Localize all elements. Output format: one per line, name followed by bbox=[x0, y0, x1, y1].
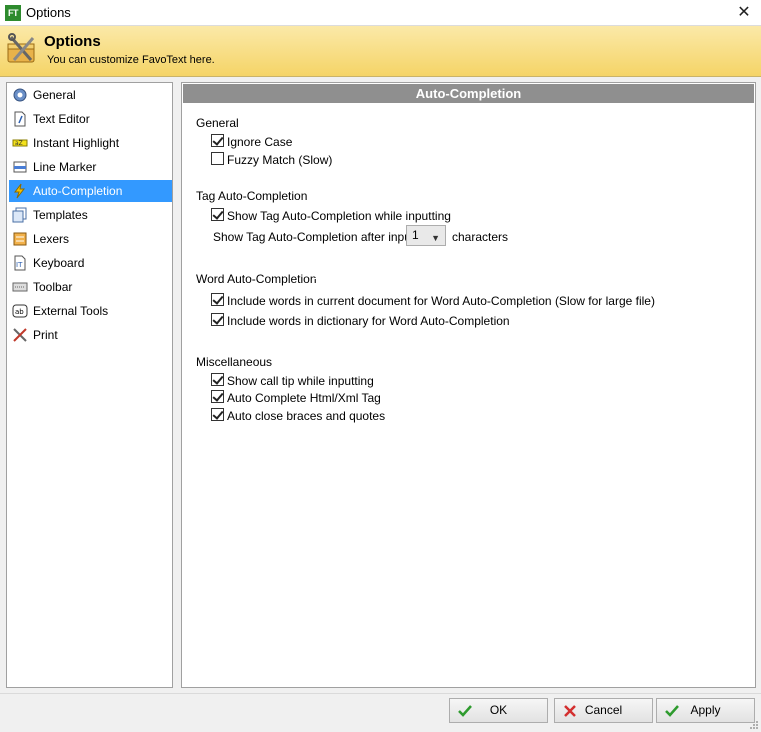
checkbox-box[interactable] bbox=[211, 408, 224, 422]
toolbar-icon bbox=[12, 282, 28, 292]
nav-item-external-tools[interactable]: ab External Tools bbox=[9, 300, 172, 322]
cancel-button-label: Cancel bbox=[584, 703, 623, 717]
marker-icon bbox=[13, 161, 27, 173]
checkbox-label: Show Tag Auto-Completion while inputting bbox=[227, 208, 451, 223]
window-title: Options bbox=[26, 5, 71, 20]
checkbox-box[interactable] bbox=[211, 293, 224, 307]
tag-after-input-label: Show Tag Auto-Completion after input bbox=[213, 230, 415, 244]
checkbox-label: Show call tip while inputting bbox=[227, 373, 374, 388]
svg-text:IT: IT bbox=[16, 261, 23, 269]
close-icon bbox=[564, 705, 576, 717]
checkbox-box[interactable] bbox=[211, 208, 224, 222]
checkmark-icon bbox=[665, 705, 679, 717]
group-tag-label: Tag Auto-Completion bbox=[196, 189, 308, 203]
ignore-case-checkbox[interactable]: Ignore Case bbox=[211, 134, 292, 149]
include-dictionary-checkbox[interactable]: Include words in dictionary for Word Aut… bbox=[211, 313, 510, 328]
nav-item-label: Line Marker bbox=[33, 160, 97, 174]
nav-item-templates[interactable]: Templates bbox=[9, 204, 172, 226]
nav-item-label: Instant Highlight bbox=[33, 136, 120, 150]
highlight-icon: aZ bbox=[12, 139, 28, 147]
lexers-icon bbox=[13, 232, 27, 246]
nav-item-auto-completion[interactable]: Auto-Completion bbox=[9, 180, 172, 202]
cancel-button[interactable]: Cancel bbox=[554, 698, 653, 723]
lightning-icon bbox=[14, 183, 26, 199]
nav-item-label: Keyboard bbox=[33, 256, 85, 270]
keyboard-icon: IT bbox=[14, 255, 26, 271]
ok-button[interactable]: OK bbox=[449, 698, 548, 723]
checkbox-label: Auto close braces and quotes bbox=[227, 408, 386, 423]
group-general-label: General bbox=[196, 116, 239, 130]
close-button[interactable]: ✕ bbox=[727, 0, 761, 26]
group-divider bbox=[313, 278, 741, 279]
apply-button-label: Apply bbox=[690, 703, 721, 717]
print-icon bbox=[13, 328, 27, 342]
nav-item-instant-highlight[interactable]: aZ Instant Highlight bbox=[9, 132, 172, 154]
nav-item-line-marker[interactable]: Line Marker bbox=[9, 156, 172, 178]
show-tag-completion-checkbox[interactable]: Show Tag Auto-Completion while inputting bbox=[211, 208, 451, 223]
options-header: Options You can customize FavoText here. bbox=[0, 26, 761, 77]
checkbox-box[interactable] bbox=[211, 390, 224, 404]
checkbox-label: Ignore Case bbox=[227, 134, 293, 149]
checkbox-box[interactable] bbox=[211, 373, 224, 387]
tools-icon bbox=[7, 33, 35, 63]
nav-item-general[interactable]: General bbox=[9, 84, 172, 106]
nav-item-label: General bbox=[33, 88, 76, 102]
nav-item-label: External Tools bbox=[33, 304, 109, 318]
ok-button-label: OK bbox=[489, 703, 508, 717]
footer-divider bbox=[0, 693, 761, 694]
nav-item-label: Toolbar bbox=[33, 280, 73, 294]
resize-grip-icon[interactable] bbox=[749, 720, 759, 730]
checkbox-box[interactable] bbox=[211, 134, 224, 148]
characters-unit-label: characters bbox=[452, 230, 509, 244]
svg-text:aZ: aZ bbox=[15, 140, 23, 147]
options-category-list[interactable]: General Text Editor aZ Instant Highlight… bbox=[6, 82, 173, 688]
group-divider bbox=[239, 124, 741, 125]
nav-item-label: Auto-Completion bbox=[33, 184, 123, 198]
nav-item-text-editor[interactable]: Text Editor bbox=[9, 108, 172, 130]
group-divider bbox=[274, 362, 741, 363]
checkbox-box[interactable] bbox=[211, 152, 224, 166]
document-icon bbox=[14, 111, 26, 127]
svg-text:ab: ab bbox=[15, 308, 24, 316]
nav-item-print[interactable]: Print bbox=[9, 324, 172, 346]
chevron-down-icon: ▼ bbox=[431, 233, 440, 243]
checkbox-label: Include words in dictionary for Word Aut… bbox=[227, 313, 510, 328]
group-divider bbox=[309, 195, 741, 196]
nav-item-label: Templates bbox=[33, 208, 88, 222]
group-word-label: Word Auto-Completion bbox=[196, 272, 317, 286]
title-bar: FT Options ✕ bbox=[0, 0, 761, 26]
checkbox-label: Include words in current document for Wo… bbox=[227, 293, 655, 308]
app-logo-icon: FT bbox=[5, 5, 21, 21]
nav-item-lexers[interactable]: Lexers bbox=[9, 228, 172, 250]
nav-item-keyboard[interactable]: IT Keyboard bbox=[9, 252, 172, 274]
checkbox-label: Fuzzy Match (Slow) bbox=[227, 152, 333, 167]
checkbox-box[interactable] bbox=[211, 313, 224, 327]
show-call-tip-checkbox[interactable]: Show call tip while inputting bbox=[211, 373, 374, 388]
panel-title: Auto-Completion bbox=[183, 84, 754, 103]
select-value: 1 bbox=[412, 228, 419, 242]
include-current-doc-checkbox[interactable]: Include words in current document for Wo… bbox=[211, 293, 655, 308]
nav-item-label: Lexers bbox=[33, 232, 70, 246]
checkmark-icon bbox=[458, 705, 472, 717]
external-tools-icon: ab bbox=[12, 304, 28, 318]
auto-complete-html-xml-checkbox[interactable]: Auto Complete Html/Xml Tag bbox=[211, 390, 381, 405]
tag-after-input-select[interactable]: 1 ▼ bbox=[406, 225, 446, 246]
nav-item-label: Print bbox=[33, 328, 58, 342]
header-title: Options bbox=[44, 33, 101, 50]
auto-completion-panel: Auto-Completion General Ignore Case Fuzz… bbox=[181, 82, 756, 688]
checkbox-label: Auto Complete Html/Xml Tag bbox=[227, 390, 381, 405]
fuzzy-match-checkbox[interactable]: Fuzzy Match (Slow) bbox=[211, 152, 332, 167]
nav-item-label: Text Editor bbox=[33, 112, 90, 126]
auto-close-braces-checkbox[interactable]: Auto close braces and quotes bbox=[211, 408, 385, 423]
templates-icon bbox=[12, 207, 27, 223]
header-subtitle: You can customize FavoText here. bbox=[47, 54, 215, 66]
gear-icon bbox=[13, 88, 27, 102]
group-misc-label: Miscellaneous bbox=[196, 355, 273, 369]
apply-button[interactable]: Apply bbox=[656, 698, 755, 723]
nav-item-toolbar[interactable]: Toolbar bbox=[9, 276, 172, 298]
